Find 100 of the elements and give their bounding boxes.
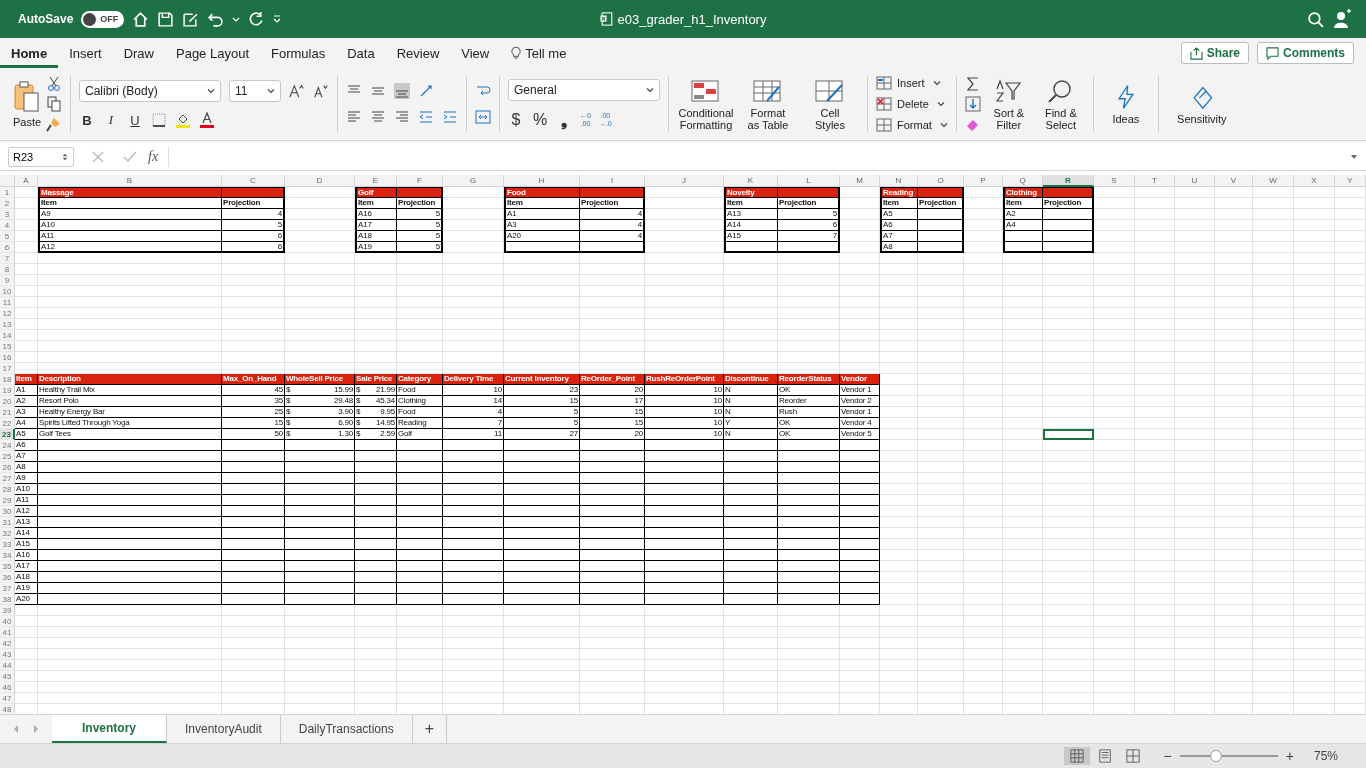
row-header[interactable]: 24 — [0, 440, 15, 451]
column-header[interactable]: U — [1175, 175, 1215, 187]
column-header[interactable]: C — [222, 175, 285, 187]
row-header[interactable]: 27 — [0, 473, 15, 484]
column-header[interactable]: H — [504, 175, 580, 187]
row-header[interactable]: 34 — [0, 550, 15, 561]
row-header[interactable]: 7 — [0, 253, 15, 264]
column-header[interactable]: P — [964, 175, 1003, 187]
row-header[interactable]: 31 — [0, 517, 15, 528]
row-header[interactable]: 46 — [0, 682, 15, 693]
row-header[interactable]: 8 — [0, 264, 15, 275]
ribbon-tab[interactable]: Data — [336, 38, 386, 68]
number-format-dropdown[interactable]: General — [508, 79, 660, 101]
text-orientation-icon[interactable] — [418, 83, 434, 99]
zoom-out-button[interactable]: − — [1163, 748, 1172, 764]
delete-cells-button[interactable]: Delete — [876, 96, 945, 112]
search-icon[interactable] — [1307, 10, 1324, 28]
align-right-icon[interactable] — [394, 109, 410, 125]
format-cells-button[interactable]: Format — [876, 117, 948, 133]
column-header[interactable]: R — [1043, 175, 1094, 187]
row-header[interactable]: 42 — [0, 638, 15, 649]
caret-icon[interactable] — [232, 15, 241, 23]
home-icon[interactable] — [132, 10, 150, 28]
name-box[interactable]: R23 — [8, 146, 74, 167]
row-header[interactable]: 43 — [0, 649, 15, 660]
row-header[interactable]: 1 — [0, 187, 15, 198]
row-header[interactable]: 17 — [0, 363, 15, 374]
row-header[interactable]: 44 — [0, 660, 15, 671]
font-color-icon[interactable] — [199, 112, 215, 128]
sort-and-filter-button[interactable]: Sort & Filter — [984, 77, 1033, 131]
comments-button[interactable]: Comments — [1257, 42, 1354, 64]
row-header[interactable]: 11 — [0, 297, 15, 308]
row-header[interactable]: 37 — [0, 583, 15, 594]
cut-icon[interactable] — [46, 76, 62, 92]
save-icon[interactable] — [157, 10, 175, 28]
row-header[interactable]: 13 — [0, 319, 15, 330]
column-header[interactable]: J — [645, 175, 724, 187]
format-painter-icon[interactable] — [46, 116, 62, 132]
row-header[interactable]: 5 — [0, 231, 15, 242]
row-header[interactable]: 22 — [0, 418, 15, 429]
merge-cells-icon[interactable] — [475, 109, 491, 125]
increase-font-size-icon[interactable] — [289, 83, 305, 99]
sheet-tab[interactable]: Inventory — [52, 715, 167, 743]
row-header[interactable]: 12 — [0, 308, 15, 319]
column-header[interactable]: N — [880, 175, 918, 187]
customize-icon[interactable] — [273, 15, 282, 23]
borders-icon[interactable] — [151, 112, 167, 128]
align-left-icon[interactable] — [346, 109, 362, 125]
column-header[interactable]: X — [1294, 175, 1335, 187]
person-icon[interactable] — [1332, 9, 1352, 29]
cell-styles-button[interactable]: Cell Styles — [801, 77, 859, 131]
insert-cells-button[interactable]: Insert — [876, 75, 941, 91]
selected-cell[interactable] — [1043, 429, 1094, 440]
row-header[interactable]: 40 — [0, 616, 15, 627]
ribbon-tab[interactable]: View — [450, 38, 501, 68]
row-header[interactable]: 2 — [0, 198, 15, 209]
column-header[interactable]: V — [1215, 175, 1253, 187]
row-header[interactable]: 15 — [0, 341, 15, 352]
column-header[interactable]: W — [1253, 175, 1294, 187]
ideas-button[interactable]: Ideas — [1101, 83, 1150, 125]
zoom-in-button[interactable]: + — [1285, 748, 1294, 764]
row-header[interactable]: 3 — [0, 209, 15, 220]
column-header[interactable]: O — [918, 175, 964, 187]
column-header[interactable]: F — [397, 175, 443, 187]
column-header[interactable]: L — [778, 175, 840, 187]
ribbon-tab[interactable]: Draw — [112, 38, 165, 68]
fill-down-icon[interactable] — [964, 96, 981, 112]
find-and-select-button[interactable]: Find & Select — [1036, 77, 1085, 131]
sensitivity-button[interactable]: Sensitivity — [1166, 83, 1237, 125]
font-size-dropdown[interactable]: 11 — [229, 80, 281, 102]
row-header[interactable]: 28 — [0, 484, 15, 495]
ribbon-tab[interactable]: Formulas — [260, 38, 337, 68]
edit-icon[interactable] — [182, 10, 200, 28]
insert-function-button[interactable]: fx — [148, 148, 159, 165]
italic-button[interactable]: I — [103, 112, 119, 128]
ribbon-tab[interactable]: Page Layout — [165, 38, 260, 68]
autosave-toggle[interactable]: OFF — [81, 10, 125, 28]
autosum-icon[interactable] — [964, 76, 981, 92]
percent-button[interactable]: % — [532, 111, 548, 129]
row-header[interactable]: 10 — [0, 286, 15, 297]
font-name-dropdown[interactable]: Calibri (Body) — [79, 80, 221, 102]
row-header[interactable]: 41 — [0, 627, 15, 638]
row-header[interactable]: 21 — [0, 407, 15, 418]
comma-style-button[interactable]: ❟ — [556, 111, 572, 129]
fill-color-icon[interactable] — [175, 112, 191, 128]
align-center-icon[interactable] — [370, 109, 386, 125]
bold-button[interactable]: B — [79, 112, 95, 128]
row-header[interactable]: 45 — [0, 671, 15, 682]
tell-me-search[interactable]: Tell me — [500, 38, 578, 68]
zoom-slider-thumb[interactable] — [1210, 750, 1223, 762]
column-header[interactable]: T — [1135, 175, 1175, 187]
column-header[interactable]: I — [580, 175, 645, 187]
column-header[interactable]: D — [285, 175, 355, 187]
expand-icon[interactable] — [1350, 152, 1358, 161]
column-header[interactable]: E — [355, 175, 397, 187]
column-header[interactable]: A — [15, 175, 38, 187]
ribbon-tab[interactable]: Insert — [58, 38, 113, 68]
row-header[interactable]: 4 — [0, 220, 15, 231]
ribbon-tab[interactable]: Review — [385, 38, 451, 68]
currency-button[interactable]: $ — [508, 111, 524, 129]
